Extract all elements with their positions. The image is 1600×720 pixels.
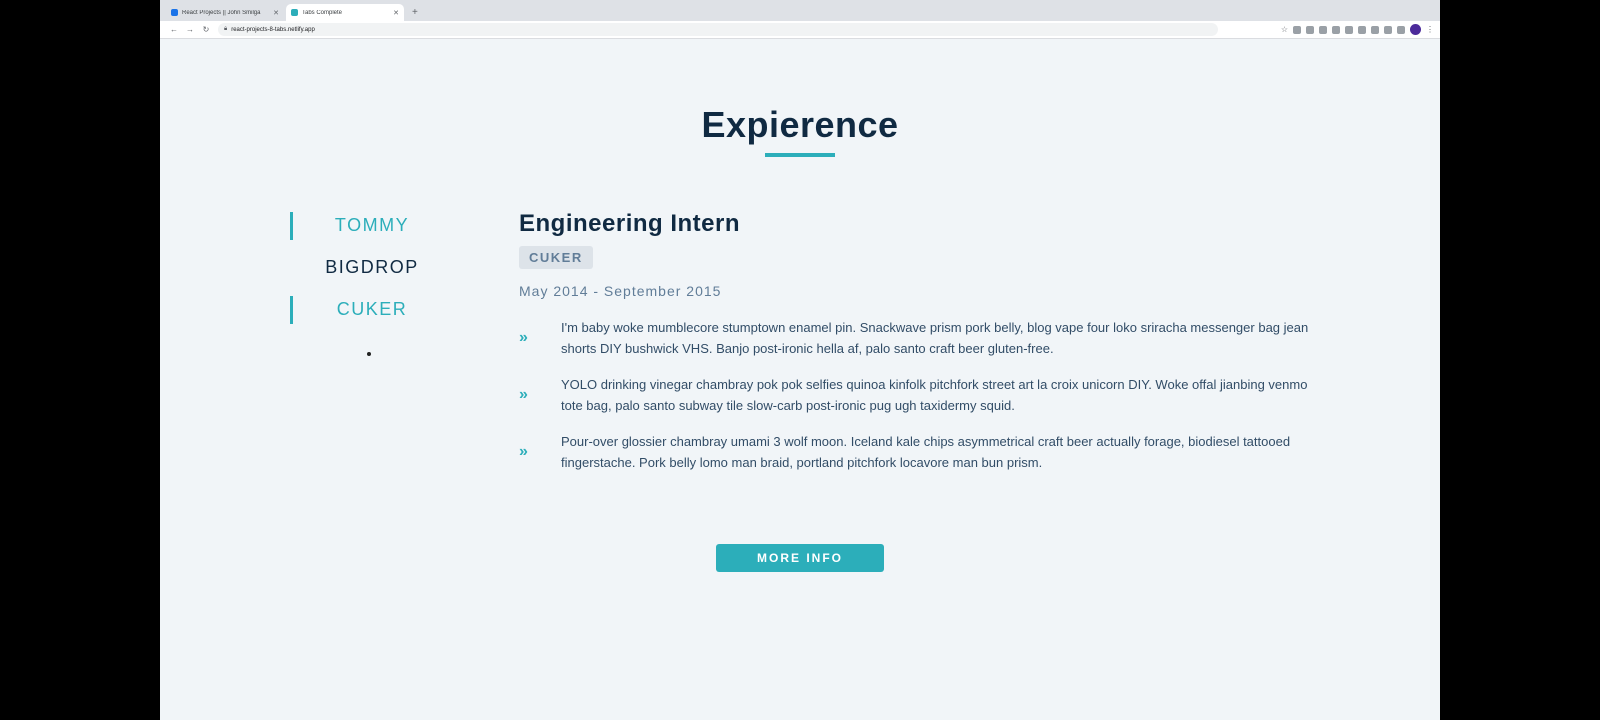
reload-icon[interactable]: ↻ (198, 25, 214, 34)
active-indicator (290, 296, 293, 324)
tab-label: CUKER (336, 299, 408, 319)
mouse-cursor (367, 352, 371, 356)
extension-icon[interactable] (1384, 25, 1392, 34)
tab-label: BIGDROP (325, 257, 419, 277)
extension-icon[interactable] (1371, 25, 1379, 34)
close-tab-icon[interactable]: ✕ (393, 9, 399, 17)
duties-list: » I'm baby woke mumblecore stumptown ena… (519, 317, 1309, 473)
duty-text: YOLO drinking vinegar chambray pok pok s… (561, 377, 1308, 413)
tab-bigdrop[interactable]: BIGDROP (282, 252, 462, 286)
forward-icon[interactable]: → (182, 25, 198, 34)
job-title: Engineering Intern (519, 210, 741, 237)
title-underline (765, 153, 835, 157)
duty-item: » YOLO drinking vinegar chambray pok pok… (519, 374, 1309, 416)
tab-label: TOMMY (334, 215, 410, 235)
tab-label: React Projects || John Smilga (182, 9, 261, 16)
job-dates: May 2014 - September 2015 (519, 283, 722, 299)
more-info-button[interactable]: MORE INFO (716, 544, 884, 572)
job-info: Engineering Intern CUKER May 2014 - Sept… (519, 210, 1309, 488)
browser-tab-bar: React Projects || John Smilga ✕ Tabs Com… (160, 0, 1440, 21)
tab-label: Tabs Complete (302, 9, 343, 16)
extension-icon[interactable] (1293, 25, 1301, 34)
tab-favicon-icon (171, 9, 178, 16)
profile-avatar[interactable] (1410, 24, 1421, 35)
browser-tab-tabs-complete[interactable]: Tabs Complete ✕ (286, 4, 404, 21)
extension-icon[interactable] (1358, 25, 1366, 34)
extensions-area: ☆ ⋮ (1281, 24, 1434, 35)
lock-icon: 🔒︎ (224, 26, 228, 32)
browser-tab-react-projects[interactable]: React Projects || John Smilga ✕ (166, 4, 284, 21)
puzzle-extensions-icon[interactable] (1397, 25, 1405, 34)
url-text: react-projects-8-tabs.netlify.app (231, 26, 315, 33)
double-chevron-right-icon: » (519, 329, 528, 346)
back-icon[interactable]: ← (166, 25, 182, 34)
browser-window: React Projects || John Smilga ✕ Tabs Com… (160, 0, 1440, 720)
page-title: Expierence (701, 104, 899, 145)
duty-text: Pour-over glossier chambray umami 3 wolf… (561, 434, 1291, 470)
address-bar[interactable]: 🔒︎ react-projects-8-tabs.netlify.app (218, 23, 1218, 36)
tab-favicon-icon (291, 9, 298, 16)
active-indicator (290, 212, 293, 240)
company-badge: CUKER (519, 246, 593, 269)
bookmark-star-icon[interactable]: ☆ (1281, 25, 1288, 34)
browser-menu-icon[interactable]: ⋮ (1426, 25, 1434, 34)
duty-text: I'm baby woke mumblecore stumptown ename… (561, 320, 1309, 356)
double-chevron-right-icon: » (519, 443, 528, 460)
tab-cuker[interactable]: CUKER (282, 294, 462, 328)
extension-icon[interactable] (1319, 25, 1327, 34)
browser-toolbar: ← → ↻ 🔒︎ react-projects-8-tabs.netlify.a… (160, 21, 1440, 39)
double-chevron-right-icon: » (519, 386, 528, 403)
extension-icon[interactable] (1345, 25, 1353, 34)
company-tabs: TOMMY BIGDROP CUKER (282, 210, 462, 336)
new-tab-button[interactable]: + (406, 4, 424, 21)
extension-icon[interactable] (1332, 25, 1340, 34)
tab-tommy[interactable]: TOMMY (282, 210, 462, 244)
duty-item: » I'm baby woke mumblecore stumptown ena… (519, 317, 1309, 359)
close-tab-icon[interactable]: ✕ (273, 9, 279, 17)
extension-icon[interactable] (1306, 25, 1314, 34)
duty-item: » Pour-over glossier chambray umami 3 wo… (519, 431, 1309, 473)
